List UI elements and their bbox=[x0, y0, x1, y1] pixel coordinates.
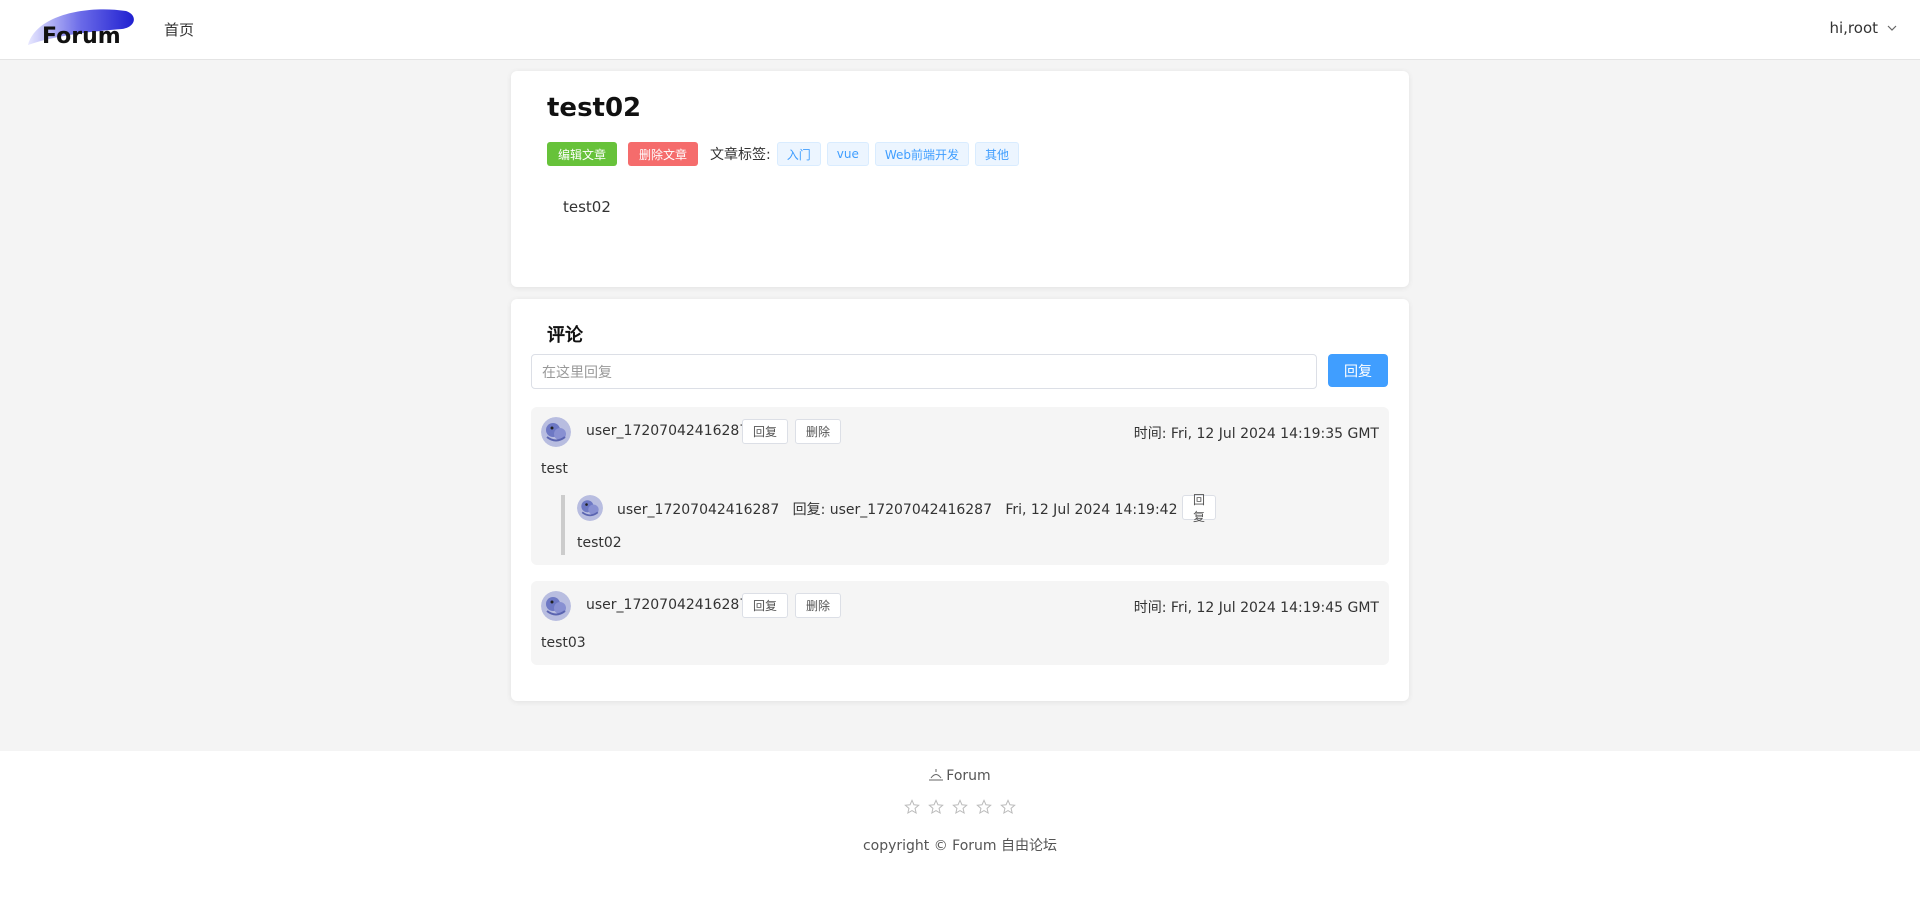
article-title: test02 bbox=[547, 93, 642, 123]
nested-reply-meta: user_17207042416287 回复: user_17207042416… bbox=[617, 502, 1214, 518]
comment-username: user_17207042416287 bbox=[586, 423, 749, 439]
comment-header: user_17207042416287 回复 删除 时间: Fri, 12 Ju… bbox=[541, 417, 1379, 447]
comment-text: test03 bbox=[541, 635, 586, 651]
svg-text:Forum: Forum bbox=[42, 24, 121, 49]
reply-input[interactable]: 在这里回复 bbox=[531, 354, 1317, 389]
comment-time: 时间: Fri, 12 Jul 2024 14:19:45 GMT bbox=[1133, 600, 1379, 616]
comments-heading: 评论 bbox=[547, 325, 583, 346]
nav-home-link[interactable]: 首页 bbox=[164, 19, 194, 40]
rating-stars[interactable] bbox=[0, 799, 1920, 815]
comment-text: test bbox=[541, 461, 568, 477]
chevron-down-icon bbox=[1887, 25, 1897, 31]
comment-header: user_17207042416287 回复 删除 时间: Fri, 12 Ju… bbox=[541, 591, 1379, 621]
nested-reply-text: test02 bbox=[577, 535, 622, 551]
delete-article-button[interactable]: 删除文章 bbox=[628, 142, 699, 166]
star-icon[interactable] bbox=[952, 799, 968, 815]
tags-label: 文章标签: bbox=[710, 147, 771, 163]
tag-item[interactable]: 入门 bbox=[776, 142, 821, 166]
avatar bbox=[541, 417, 571, 447]
star-icon[interactable] bbox=[976, 799, 992, 815]
user-greeting: hi,root bbox=[1829, 19, 1878, 37]
comment-item: user_17207042416287 回复 删除 时间: Fri, 12 Ju… bbox=[531, 407, 1389, 565]
tag-item[interactable]: 其他 bbox=[975, 142, 1020, 166]
nested-reply-button[interactable]: 回复 bbox=[1182, 493, 1217, 524]
star-icon[interactable] bbox=[1000, 799, 1016, 815]
page-footer: Forum copyright © Forum 自由论坛 bbox=[0, 751, 1920, 919]
footer-brand: Forum bbox=[0, 768, 1920, 784]
copyright-text: copyright © Forum 自由论坛 bbox=[862, 838, 1058, 854]
comment-reply-button[interactable]: 回复 bbox=[742, 593, 789, 618]
comment-delete-button[interactable]: 删除 bbox=[795, 593, 842, 618]
forum-logo[interactable]: Forum bbox=[26, 5, 136, 55]
edit-article-button[interactable]: 编辑文章 bbox=[547, 142, 618, 166]
comments-card: 评论 在这里回复 回复 user_17207042416287 回复 删除 时间… bbox=[511, 299, 1409, 701]
comment-username: user_17207042416287 bbox=[586, 597, 749, 613]
tag-item[interactable]: Web前端开发 bbox=[874, 142, 970, 166]
article-actions: 编辑文章 删除文章 文章标签: 入门 vue Web前端开发 其他 bbox=[547, 142, 1020, 166]
comment-time: 时间: Fri, 12 Jul 2024 14:19:35 GMT bbox=[1133, 426, 1379, 442]
nested-reply: user_17207042416287 回复: user_17207042416… bbox=[561, 493, 1217, 555]
comment-delete-button[interactable]: 删除 bbox=[795, 419, 842, 444]
avatar bbox=[541, 591, 571, 621]
comment-reply-button[interactable]: 回复 bbox=[742, 419, 789, 444]
submit-reply-button[interactable]: 回复 bbox=[1328, 354, 1388, 387]
star-icon[interactable] bbox=[928, 799, 944, 815]
article-body: test02 bbox=[563, 198, 611, 216]
sunrise-icon bbox=[929, 769, 944, 781]
avatar bbox=[577, 495, 603, 521]
user-dropdown[interactable]: hi,root bbox=[1829, 19, 1898, 37]
star-icon[interactable] bbox=[904, 799, 920, 815]
tag-item[interactable]: vue bbox=[826, 142, 869, 166]
top-navbar: Forum 首页 hi,root bbox=[0, 0, 1920, 60]
article-card: test02 编辑文章 删除文章 文章标签: 入门 vue Web前端开发 其他… bbox=[511, 71, 1409, 287]
comment-item: user_17207042416287 回复 删除 时间: Fri, 12 Ju… bbox=[531, 581, 1389, 665]
